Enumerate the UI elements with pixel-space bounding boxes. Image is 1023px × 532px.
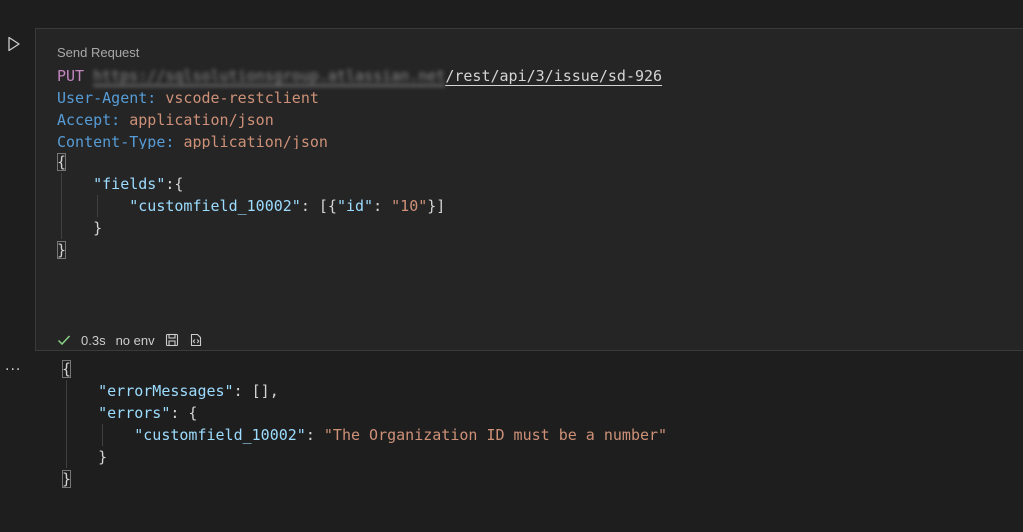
body-line: { — [57, 151, 67, 173]
json-key: "errors" — [98, 404, 171, 422]
run-request-button[interactable] — [6, 36, 22, 52]
json-string: "The Organization ID must be a number" — [323, 426, 668, 444]
json-punctuation: : [], — [233, 382, 279, 400]
response-line: } — [62, 468, 72, 490]
header-value: application/json — [183, 133, 328, 149]
body-line: "fields":{ — [57, 173, 183, 195]
save-response-button[interactable] — [165, 333, 179, 347]
json-string: "10" — [391, 197, 428, 215]
response-close-brace: } — [62, 470, 72, 488]
body-line: } — [57, 217, 102, 239]
response-line: "customfield_10002": "The Organization I… — [62, 424, 667, 446]
response-line: "errorMessages": [], — [62, 380, 279, 402]
json-punctuation: :{ — [165, 175, 184, 193]
url-path: /rest/api/3/issue/sd-926 — [445, 67, 663, 85]
play-icon — [8, 36, 20, 52]
json-punctuation: : — [305, 426, 324, 444]
header-line: User-Agent: vscode-restclient — [57, 87, 319, 109]
url-host: https://sqlsolutionsgroup.atlassian.net — [93, 67, 446, 85]
elapsed-time: 0.3s — [81, 332, 106, 348]
code-icon — [190, 333, 201, 347]
request-line: PUT https://sqlsolutionsgroup.atlassian.… — [57, 65, 662, 87]
response-open-brace: { — [62, 360, 72, 378]
save-icon — [165, 333, 178, 347]
json-punctuation: } — [98, 448, 108, 466]
header-name: Content-Type: — [57, 133, 175, 149]
check-icon — [57, 335, 71, 346]
header-line: Content-Type: application/json — [57, 131, 328, 149]
http-method: PUT — [57, 67, 85, 85]
json-key: "fields" — [93, 175, 166, 193]
json-key: "customfield_10002" — [134, 426, 306, 444]
response-line: } — [62, 446, 107, 468]
header-name: User-Agent: — [57, 89, 157, 107]
header-line: Accept: application/json — [57, 109, 274, 131]
request-cell: Send Request PUT https://sqlsolutionsgro… — [35, 28, 1023, 351]
header-value: vscode-restclient — [165, 89, 319, 107]
output-more-actions-button[interactable]: ··· — [5, 362, 21, 378]
json-key: "errorMessages" — [98, 382, 234, 400]
json-key: "customfield_10002" — [129, 197, 301, 215]
header-name: Accept: — [57, 111, 121, 129]
json-punctuation: }] — [427, 197, 446, 215]
environment-selector[interactable]: no env — [116, 333, 155, 348]
json-key: "id" — [336, 197, 374, 215]
status-bar: 0.3s no env — [57, 331, 203, 349]
json-punctuation: : { — [170, 404, 198, 422]
json-punctuation: : — [373, 197, 392, 215]
response-line: { — [62, 358, 72, 380]
response-line: "errors": { — [62, 402, 197, 424]
body-line: } — [57, 239, 67, 261]
request-url[interactable]: https://sqlsolutionsgroup.atlassian.net/… — [93, 67, 662, 85]
json-punctuation: : [{ — [300, 197, 337, 215]
body-open-brace: { — [57, 153, 67, 171]
body-line: "customfield_10002": [{"id": "10"}] — [57, 195, 445, 217]
header-value: application/json — [129, 111, 274, 129]
open-in-editor-button[interactable] — [189, 333, 203, 347]
send-request-link[interactable]: Send Request — [57, 45, 139, 60]
json-punctuation: } — [93, 219, 103, 237]
body-close-brace: } — [57, 241, 67, 259]
